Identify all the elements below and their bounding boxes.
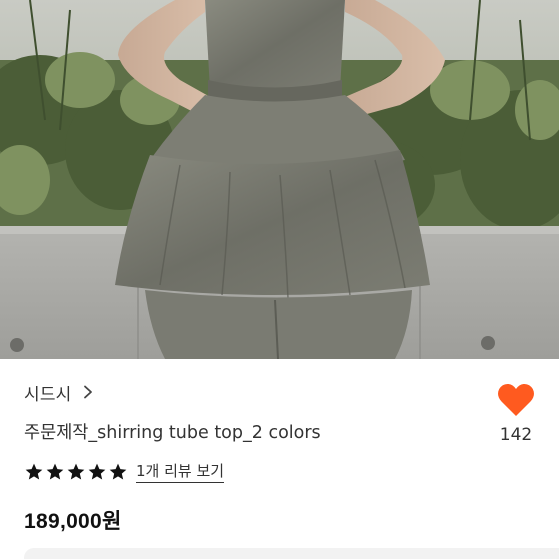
like-count: 142 xyxy=(499,425,533,445)
bottom-panel-edge xyxy=(24,548,559,559)
review-row: 1개 리뷰 보기 xyxy=(24,460,225,484)
heart-icon xyxy=(498,383,534,416)
shop-name: 시드시 xyxy=(24,384,72,405)
product-title: 주문제작_shirring tube top_2 colors xyxy=(24,423,321,443)
product-info-panel: 시드시 주문제작_shirring tube top_2 colors 1개 리… xyxy=(0,359,559,559)
chevron-right-icon xyxy=(83,385,92,399)
star-icon xyxy=(46,463,64,480)
view-reviews-link[interactable]: 1개 리뷰 보기 xyxy=(136,461,225,483)
star-icon xyxy=(67,463,85,480)
product-price: 189,000원 xyxy=(24,510,122,533)
like-button[interactable]: 142 xyxy=(494,383,538,453)
star-icon xyxy=(88,463,106,480)
star-rating xyxy=(24,462,128,482)
shop-link[interactable]: 시드시 xyxy=(24,381,94,405)
star-icon xyxy=(25,463,43,480)
product-photo[interactable] xyxy=(0,0,559,359)
star-icon xyxy=(109,463,127,480)
product-photo-illustration xyxy=(0,0,559,359)
